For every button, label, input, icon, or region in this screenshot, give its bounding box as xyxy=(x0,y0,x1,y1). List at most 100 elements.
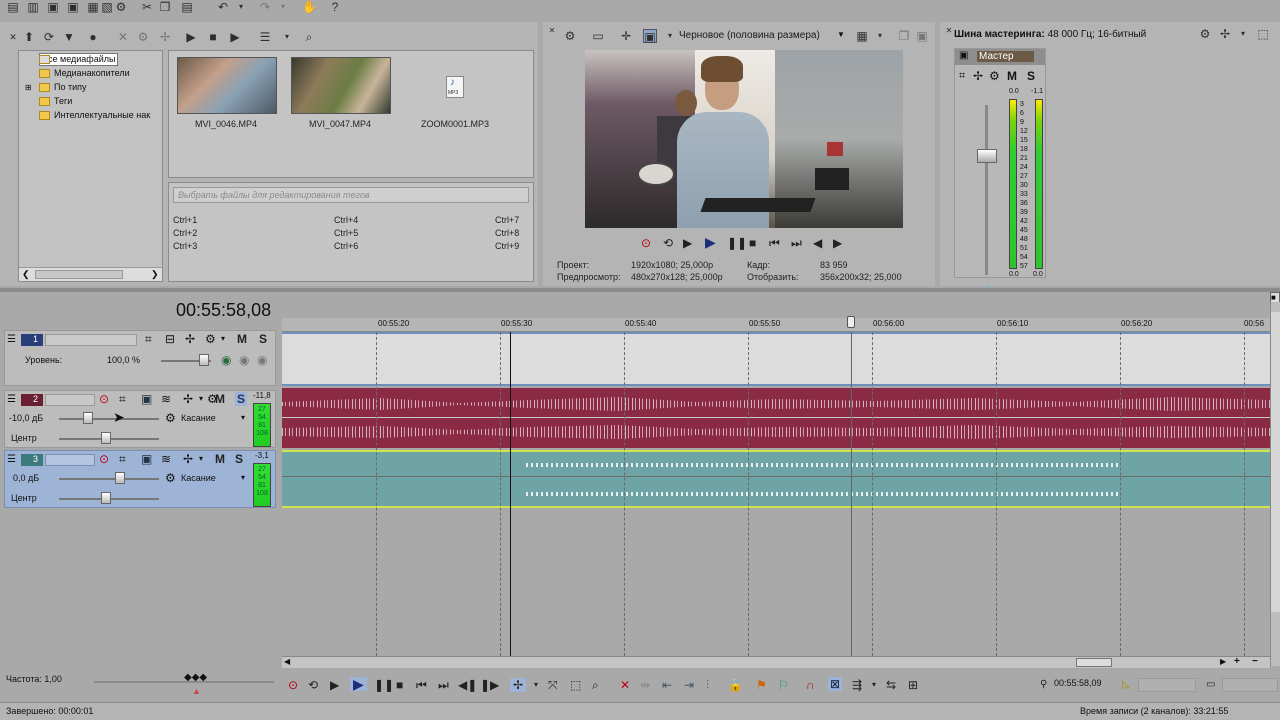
copy-snapshot-icon[interactable]: ❐ xyxy=(897,29,911,43)
collapse-icon[interactable]: ☰ xyxy=(7,454,16,465)
track-dropdown-icon[interactable]: ▾ xyxy=(199,454,203,463)
arm-record-icon[interactable]: ⊙ xyxy=(99,392,109,406)
volume-slider-knob[interactable] xyxy=(83,412,93,424)
import-icon[interactable]: ▼ xyxy=(62,30,76,44)
go-to-end-icon[interactable]: ⏭ xyxy=(791,236,802,250)
up-folder-icon[interactable]: ⬆ xyxy=(22,30,36,44)
auto-crossfade-icon[interactable]: ⊠ xyxy=(828,677,843,691)
scroll-right-icon[interactable]: ▶ xyxy=(1220,657,1226,666)
play-icon[interactable]: ▶ xyxy=(184,30,198,44)
close-panel-icon[interactable]: ✕ xyxy=(6,30,20,44)
automation-mode[interactable]: Касание xyxy=(181,473,216,483)
shortcut[interactable]: Ctrl+5 xyxy=(334,228,358,238)
prev-frame-icon[interactable]: ◀❚ xyxy=(458,678,477,692)
quality-dropdown-icon[interactable]: ▾ xyxy=(663,29,677,43)
stop-icon[interactable]: ■ xyxy=(206,30,220,44)
audio-track-3-lane[interactable] xyxy=(282,450,1270,508)
mute-button[interactable]: M xyxy=(215,452,225,466)
split-icon[interactable]: ⫶ xyxy=(706,678,709,692)
track-fx-chain-icon[interactable]: ▣ xyxy=(141,392,152,406)
record-icon[interactable]: ⊙ xyxy=(288,678,298,692)
tag-input[interactable]: Выбрать файлы для редактирования тегов xyxy=(173,187,529,203)
selection-length-box[interactable] xyxy=(1138,678,1196,692)
pause-icon[interactable]: ❚❚ xyxy=(374,678,394,692)
scroll-left-icon[interactable]: ❮ xyxy=(22,269,30,280)
pause-icon[interactable]: ❚❚ xyxy=(727,236,747,250)
record-icon[interactable]: ⊙ xyxy=(641,236,651,250)
expand-icon[interactable]: ⊞ xyxy=(25,83,32,92)
external-monitor-icon[interactable]: ▭ xyxy=(591,29,605,43)
trim-start-icon[interactable]: ⇤ xyxy=(662,678,672,692)
track-automation-icon[interactable]: ≋ xyxy=(161,392,171,406)
tree-item-tags[interactable]: Теги xyxy=(39,96,72,107)
capture-icon[interactable]: ● xyxy=(86,30,100,44)
rate-slider-knob[interactable]: ◆◆◆ xyxy=(184,672,207,683)
track-motion-icon[interactable]: ⌗ xyxy=(145,332,152,347)
shortcut[interactable]: Ctrl+2 xyxy=(173,228,197,238)
shortcut[interactable]: Ctrl+7 xyxy=(495,215,519,225)
track-gear-icon[interactable]: ⚙ xyxy=(205,332,216,346)
horizontal-scrollbar[interactable]: ◀ ▶ + − xyxy=(282,656,1270,668)
solo-button[interactable]: S xyxy=(259,332,267,346)
track-automation-icon[interactable]: ≋ xyxy=(161,452,171,466)
mode-gear-icon[interactable]: ⚙ xyxy=(165,411,176,425)
shortcut[interactable]: Ctrl+8 xyxy=(495,228,519,238)
play-icon[interactable]: ▶ xyxy=(705,235,716,249)
lock-envelopes-icon[interactable]: ⇆ xyxy=(886,678,896,692)
master-fx-icon[interactable]: ⌗ xyxy=(959,70,965,83)
collapse-icon[interactable]: ☰ xyxy=(7,334,16,345)
snapping-icon[interactable]: ∩ xyxy=(806,678,815,692)
mixer-settings-gear-icon[interactable]: ⚙ xyxy=(1198,27,1212,41)
scroll-thumb[interactable] xyxy=(1076,658,1112,667)
volume-slider-knob[interactable] xyxy=(115,472,125,484)
parent-fx-icon[interactable]: ◉ xyxy=(239,353,249,367)
subclip-icon[interactable]: ✢ xyxy=(158,30,172,44)
trim-end-icon[interactable]: ⇥ xyxy=(684,678,694,692)
track-fx-icon[interactable]: ✢ xyxy=(185,332,195,346)
marker-icon[interactable]: ⚑ xyxy=(756,678,767,692)
render-icon[interactable]: ▦ xyxy=(86,0,100,14)
open-icon[interactable]: ▥ xyxy=(26,0,40,14)
parent-overlay-icon[interactable]: ◉ xyxy=(221,353,231,367)
play-from-start-icon[interactable]: ▶ xyxy=(683,236,692,250)
properties-icon[interactable]: ▧ xyxy=(100,0,114,14)
prev-frame-icon[interactable]: ◀ xyxy=(813,236,822,250)
ripple-dropdown-icon[interactable]: ▾ xyxy=(872,678,876,692)
overlays-dropdown-icon[interactable]: ▾ xyxy=(873,29,887,43)
save-icon[interactable]: ▣ xyxy=(46,0,60,14)
redo-icon[interactable]: ↷ xyxy=(258,0,272,14)
settings-gear-icon[interactable]: ⚙ xyxy=(114,0,128,14)
scroll-thumb[interactable] xyxy=(1271,312,1280,612)
loop-icon[interactable]: ⟲ xyxy=(663,236,673,250)
automation-mode[interactable]: Касание xyxy=(181,413,216,423)
preview-quality-select[interactable]: Черновое (половина размера) ▼ xyxy=(679,30,845,44)
mixer-dropdown-icon[interactable]: ▾ xyxy=(1236,27,1250,41)
mode-gear-icon[interactable]: ⚙ xyxy=(165,471,176,485)
master-solo-button[interactable]: S xyxy=(1027,69,1035,83)
region-icon[interactable]: ⚐ xyxy=(778,678,789,692)
tree-item-by-type[interactable]: По типу xyxy=(39,82,87,93)
mode-dropdown-icon[interactable]: ▾ xyxy=(241,473,245,482)
preview-settings-gear-icon[interactable]: ⚙ xyxy=(563,29,577,43)
stop-icon[interactable]: ■ xyxy=(396,678,403,692)
auto-preview-icon[interactable]: ▶ xyxy=(228,30,242,44)
help-icon[interactable]: ? xyxy=(328,0,342,14)
paste-icon[interactable]: ▤ xyxy=(180,0,194,14)
solo-button[interactable]: S xyxy=(235,392,248,406)
media-fx-icon[interactable]: ⚙ xyxy=(136,30,150,44)
close-panel-icon[interactable]: ✕ xyxy=(545,24,559,38)
next-frame-icon[interactable]: ▶ xyxy=(833,236,842,250)
zoom-tool-icon[interactable]: ⌕ xyxy=(592,678,599,692)
track-header-video-1[interactable]: ☰ 1 ⌗ ⊟ ✢ ⚙ ▾ M S Уровень: 100,0 % ◉ ◉ ◉ xyxy=(4,330,276,386)
go-to-start-icon[interactable]: ⏮ xyxy=(769,236,780,250)
collapse-icon[interactable]: ☰ xyxy=(7,394,16,405)
master-insert-icon[interactable]: ✢ xyxy=(973,69,983,83)
ripple-edit-icon[interactable]: ⇶ xyxy=(852,678,862,692)
scroll-left-icon[interactable]: ◀ xyxy=(284,657,290,666)
play-from-start-icon[interactable]: ▶ xyxy=(330,678,339,692)
save-as-icon[interactable]: ▣ xyxy=(66,0,80,14)
track-fx-chain-icon[interactable]: ▣ xyxy=(141,452,152,466)
go-to-end-icon[interactable]: ⏭ xyxy=(438,678,449,692)
shortcut[interactable]: Ctrl+1 xyxy=(173,215,197,225)
save-snapshot-icon[interactable]: ▣ xyxy=(915,29,929,43)
